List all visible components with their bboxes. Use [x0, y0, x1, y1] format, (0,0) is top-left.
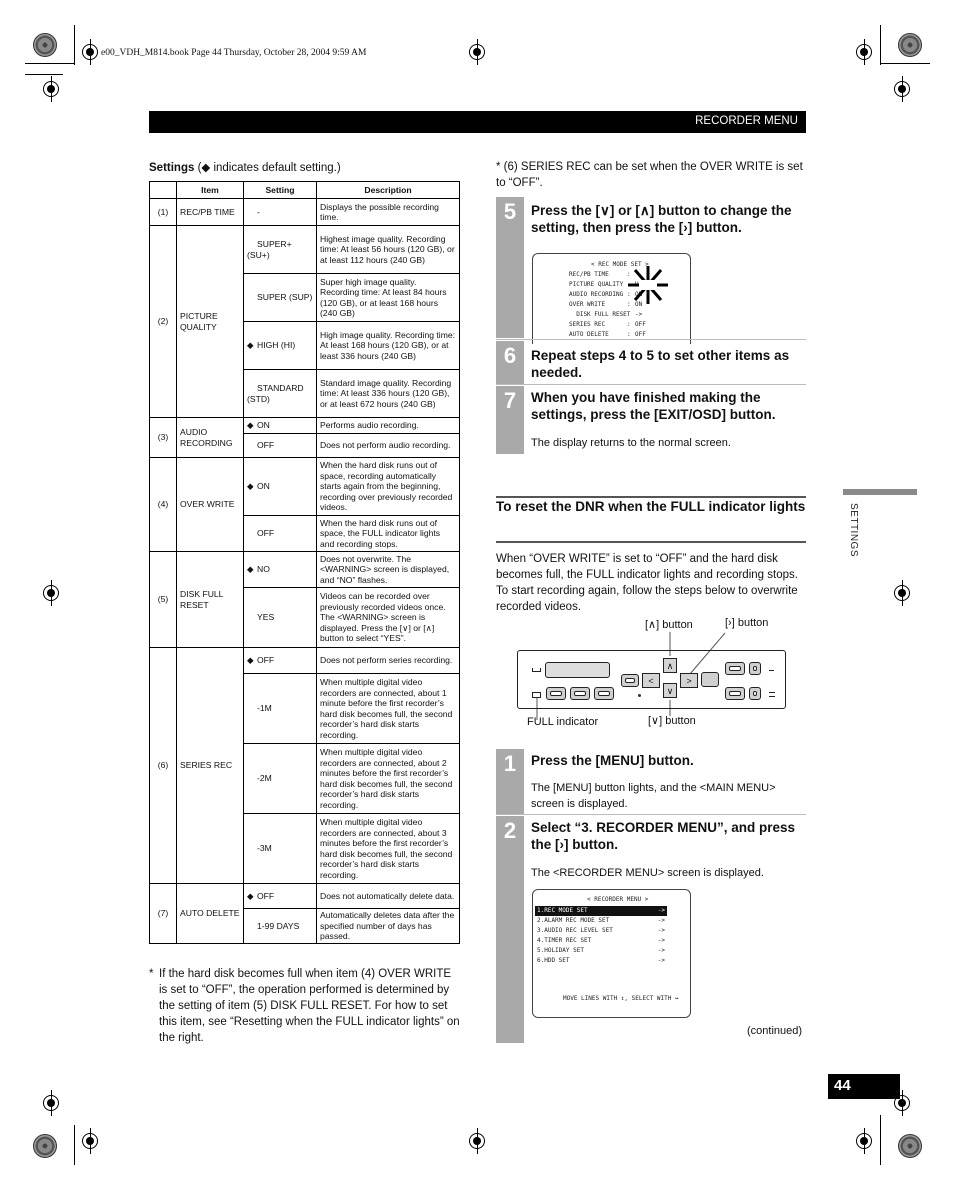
panel-button: [701, 672, 719, 687]
menu-item-label: 2.ALARM REC MODE SET: [537, 917, 610, 924]
step-number-bar: [496, 816, 524, 1043]
screen-footer: MOVE LINES WITH ↕, SELECT WITH ↔: [563, 995, 679, 1002]
menu-item-label: 1.REC MODE SET: [537, 907, 588, 914]
panel-button: [749, 687, 761, 700]
panel-button: [749, 662, 761, 675]
step-body: The [MENU] button lights, and the <MAIN …: [531, 782, 776, 810]
menu-item-arrow: ->: [657, 907, 665, 914]
side-tab-label: SETTINGS: [848, 503, 859, 558]
panel-button: [725, 662, 745, 675]
menu-item-arrow: ->: [657, 917, 665, 924]
step-number: 1: [503, 751, 517, 776]
panel-button: [725, 687, 745, 700]
down-arrow-button: ∨: [663, 683, 677, 698]
up-arrow-button: ∧: [663, 658, 677, 673]
panel-button: [621, 674, 639, 687]
left-arrow-button: <: [642, 673, 660, 688]
step-1: 1 Press the [MENU] button. The [MENU] bu…: [496, 749, 806, 814]
indicator-led: [769, 692, 775, 697]
panel-button: [570, 687, 590, 700]
menu-item-label: 5.HOLIDAY SET: [537, 947, 584, 954]
menu-item[interactable]: 4.TIMER REC SET ->: [535, 936, 667, 946]
page-number: 44: [834, 1077, 851, 1094]
full-indicator-callout: FULL indicator: [527, 716, 599, 728]
panel-button: [545, 662, 610, 678]
screen-title: < RECORDER MENU >: [587, 896, 649, 903]
panel-button: [546, 687, 566, 700]
menu-item-label: 4.TIMER REC SET: [537, 937, 592, 944]
side-tab-bar: [843, 489, 917, 495]
menu-item[interactable]: 6.HDD SET ->: [535, 956, 667, 966]
indicator-led: [769, 667, 774, 671]
full-indicator-led: [532, 692, 541, 698]
menu-item[interactable]: 1.REC MODE SET ->: [535, 906, 667, 916]
indicator-led: [532, 668, 541, 672]
step-number: 2: [503, 818, 517, 843]
menu-item-arrow: ->: [657, 937, 665, 944]
menu-item-label: 3.AUDIO REC LEVEL SET: [537, 927, 613, 934]
menu-item-label: 6.HDD SET: [537, 957, 570, 964]
menu-item-arrow: ->: [657, 947, 665, 954]
menu-item[interactable]: 3.AUDIO REC LEVEL SET ->: [535, 926, 667, 936]
page-number-box: 44: [828, 1074, 900, 1099]
menu-item[interactable]: 5.HOLIDAY SET ->: [535, 946, 667, 956]
callout-lines: [536, 632, 726, 720]
right-arrow-button: >: [680, 673, 698, 688]
menu-item-arrow: ->: [657, 957, 665, 964]
menu-item[interactable]: 2.ALARM REC MODE SET ->: [535, 916, 667, 926]
front-panel-diagram: < ∧ ∨ >: [517, 650, 786, 709]
step-separator: [496, 814, 806, 815]
step-body: The <RECORDER MENU> screen is displayed.: [531, 867, 764, 879]
menu-item-arrow: ->: [657, 927, 665, 934]
panel-dot: [638, 694, 641, 697]
recorder-menu-screen: < RECORDER MENU > 1.REC MODE SET -> 2.ALAR…: [532, 889, 691, 1018]
continued-label: (continued): [747, 1025, 803, 1037]
step-heading: Press the [MENU] button.: [531, 753, 694, 768]
panel-button: [594, 687, 614, 700]
down-button-callout: [∨] button: [648, 715, 696, 727]
step-heading: Select “3. RECORDER MENU”, and press the…: [531, 820, 796, 852]
